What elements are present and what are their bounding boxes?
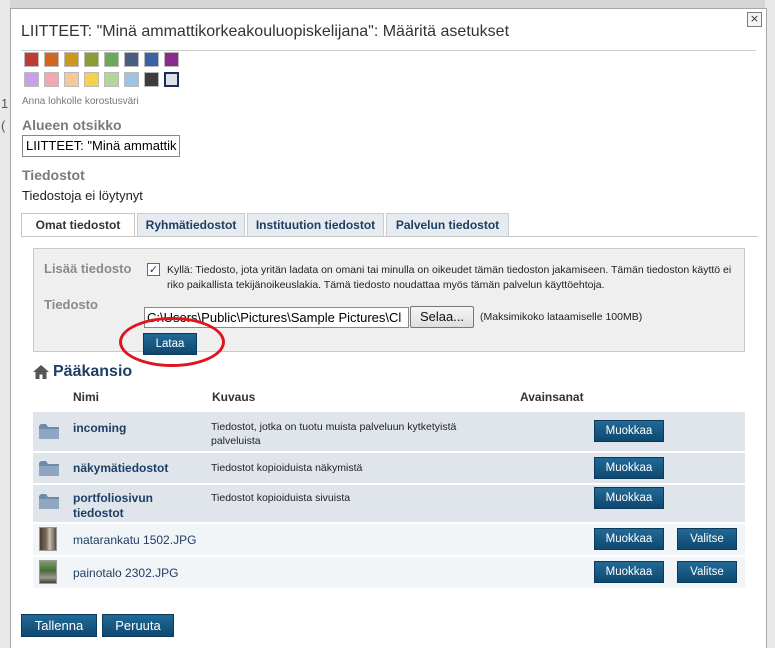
tab-divider: [21, 236, 758, 237]
color-swatch[interactable]: [44, 72, 59, 87]
license-text: Kyllä: Tiedosto, jota yritän ladata on o…: [167, 264, 732, 291]
select-button[interactable]: Valitse: [677, 561, 737, 583]
color-swatch[interactable]: [24, 52, 39, 67]
background-text: (: [1, 118, 6, 133]
color-swatch[interactable]: [124, 52, 139, 67]
tab-group-files[interactable]: Ryhmätiedostot: [137, 213, 245, 237]
color-swatch[interactable]: [164, 52, 179, 67]
color-swatch[interactable]: [144, 72, 159, 87]
color-swatches: [24, 52, 184, 92]
heading-label: Alueen otsikko: [22, 117, 122, 133]
image-thumbnail: [39, 560, 57, 584]
edit-button[interactable]: Muokkaa: [594, 528, 664, 550]
file-name[interactable]: matarankatu 1502.JPG: [73, 533, 196, 547]
file-name[interactable]: näkymätiedostot: [73, 461, 168, 475]
folder-title: Pääkansio: [53, 363, 133, 380]
select-button[interactable]: Valitse: [677, 528, 737, 550]
color-swatch[interactable]: [104, 52, 119, 67]
color-swatch[interactable]: [24, 72, 39, 87]
edit-button[interactable]: Muokkaa: [594, 457, 664, 479]
column-tags: Avainsanat: [520, 390, 584, 404]
color-swatch[interactable]: [84, 72, 99, 87]
file-description: Tiedostot kopioiduista sivuista: [211, 492, 351, 504]
max-size-note: (Maksimikoko lataamiselle 100MB): [480, 311, 643, 323]
settings-dialog: × LIITTEET: "Minä ammattikorkeakouluopis…: [10, 8, 767, 648]
dialog-title: LIITTEET: "Minä ammattikorkeakouluopiske…: [21, 23, 756, 51]
heading-input[interactable]: LIITTEET: "Minä ammattik: [22, 135, 180, 157]
image-thumbnail: [39, 527, 57, 551]
file-description: Tiedostot, jotka on tuotu muista palvelu…: [211, 421, 457, 447]
edit-button[interactable]: Muokkaa: [594, 561, 664, 583]
swatch-row: [24, 72, 184, 92]
license-checkbox[interactable]: ✓: [147, 263, 160, 276]
table-row[interactable]: matarankatu 1502.JPG Muokkaa Valitse: [33, 524, 745, 555]
tab-own-files[interactable]: Omat tiedostot: [21, 213, 135, 237]
table-row[interactable]: incoming Tiedostot, jotka on tuotu muist…: [33, 412, 745, 451]
save-button[interactable]: Tallenna: [21, 614, 97, 637]
color-swatch[interactable]: [44, 52, 59, 67]
browse-button[interactable]: Selaa...: [410, 306, 474, 328]
color-swatch[interactable]: [104, 72, 119, 87]
folder-icon: [39, 461, 59, 476]
files-empty-text: Tiedostoja ei löytynyt: [22, 188, 143, 203]
table-row[interactable]: näkymätiedostot Tiedostot kopioiduista n…: [33, 453, 745, 483]
edit-button[interactable]: Muokkaa: [594, 487, 664, 509]
file-label: Tiedosto: [44, 297, 98, 312]
tab-site-files[interactable]: Palvelun tiedostot: [386, 213, 509, 237]
highlight-annotation: [119, 317, 225, 367]
color-swatch[interactable]: [144, 52, 159, 67]
color-swatch[interactable]: [64, 72, 79, 87]
table-row[interactable]: portfoliosivun tiedostot Tiedostot kopio…: [33, 485, 745, 522]
swatch-help-text: Anna lohkolle korostusväri: [22, 96, 139, 107]
color-swatch[interactable]: [64, 52, 79, 67]
file-name[interactable]: painotalo 2302.JPG: [73, 566, 178, 580]
file-name[interactable]: portfoliosivun tiedostot: [73, 491, 173, 521]
color-swatch[interactable]: [84, 52, 99, 67]
swatch-row: [24, 52, 184, 72]
add-file-label: Lisää tiedosto: [44, 261, 132, 276]
background-text: 1: [1, 96, 9, 111]
table-row[interactable]: painotalo 2302.JPG Muokkaa Valitse: [33, 557, 745, 588]
color-swatch[interactable]: [124, 72, 139, 87]
file-description: Tiedostot kopioiduista näkymistä: [211, 462, 363, 474]
file-name[interactable]: incoming: [73, 421, 126, 435]
cancel-button[interactable]: Peruuta: [102, 614, 174, 637]
folder-icon: [39, 494, 59, 509]
color-swatch[interactable]: [164, 72, 179, 87]
column-name: Nimi: [73, 390, 100, 404]
tab-institution-files[interactable]: Instituution tiedostot: [247, 213, 384, 237]
column-description: Kuvaus: [212, 390, 256, 404]
edit-button[interactable]: Muokkaa: [594, 420, 664, 442]
home-icon: [33, 365, 49, 379]
files-label: Tiedostot: [22, 167, 85, 183]
folder-icon: [39, 424, 59, 439]
